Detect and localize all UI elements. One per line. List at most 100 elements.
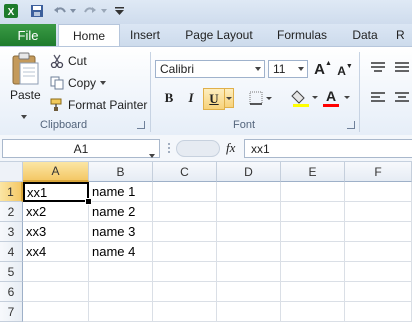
cell-e7[interactable] (281, 302, 345, 322)
name-box-value: A1 (73, 141, 89, 156)
cell-c2[interactable] (153, 202, 217, 222)
column-header-c[interactable]: C (153, 162, 217, 182)
tab-data[interactable]: Data (344, 24, 386, 46)
row-header-7[interactable]: 7 (0, 302, 23, 322)
cell-f3[interactable] (345, 222, 412, 242)
redo-icon[interactable] (82, 3, 98, 19)
column-header-e[interactable]: E (281, 162, 345, 182)
paintbrush-icon (50, 98, 66, 112)
excel-icon[interactable]: X (3, 3, 19, 19)
cell-b1[interactable]: name 1 (89, 182, 153, 202)
cell-b2[interactable]: name 2 (89, 202, 153, 222)
cell-c6[interactable] (153, 282, 217, 302)
cell-d3[interactable] (217, 222, 281, 242)
cell-b5[interactable] (89, 262, 153, 282)
tab-review[interactable]: R (396, 24, 412, 46)
paste-button[interactable]: Paste (6, 52, 44, 122)
tab-home[interactable]: Home (58, 24, 120, 46)
cell-f7[interactable] (345, 302, 412, 322)
chevron-down-icon[interactable] (149, 147, 155, 161)
clipboard-launcher-icon[interactable] (137, 121, 145, 129)
cell-a4[interactable]: xx4 (23, 242, 89, 262)
align-middle-icon[interactable] (394, 62, 410, 77)
cell-e1[interactable] (281, 182, 345, 202)
insert-function-button[interactable]: fx (226, 140, 235, 156)
cell-b6[interactable] (89, 282, 153, 302)
underline-button[interactable]: U (203, 88, 225, 110)
borders-button[interactable] (249, 91, 273, 108)
cell-b7[interactable] (89, 302, 153, 322)
cell-c4[interactable] (153, 242, 217, 262)
font-color-button[interactable]: A (322, 88, 352, 111)
copy-button[interactable]: Copy (50, 75, 107, 91)
select-all-corner[interactable] (0, 162, 23, 182)
name-box[interactable]: A1 (2, 139, 160, 158)
cell-e6[interactable] (281, 282, 345, 302)
column-header-d[interactable]: D (217, 162, 281, 182)
cell-f5[interactable] (345, 262, 412, 282)
row-header-4[interactable]: 4 (0, 242, 23, 262)
font-family-select[interactable]: Calibri (155, 60, 265, 78)
tab-formulas[interactable]: Formulas (270, 24, 334, 46)
italic-button[interactable]: I (182, 89, 200, 107)
cell-b4[interactable]: name 4 (89, 242, 153, 262)
column-header-b[interactable]: B (89, 162, 153, 182)
fill-color-button[interactable] (291, 88, 319, 111)
chevron-down-icon[interactable] (100, 81, 107, 85)
cell-f2[interactable] (345, 202, 412, 222)
cell-c3[interactable] (153, 222, 217, 242)
resize-handle[interactable] (166, 140, 172, 156)
cell-b3[interactable]: name 3 (89, 222, 153, 242)
cell-f4[interactable] (345, 242, 412, 262)
font-launcher-icon[interactable] (347, 121, 355, 129)
align-left-icon[interactable] (370, 92, 386, 107)
align-top-icon[interactable] (370, 62, 386, 77)
cell-c1[interactable] (153, 182, 217, 202)
grow-font-button[interactable]: A ▲ (314, 60, 332, 78)
customize-qat-icon[interactable] (114, 3, 124, 19)
row-header-6[interactable]: 6 (0, 282, 23, 302)
cell-c7[interactable] (153, 302, 217, 322)
cut-button[interactable]: Cut (50, 53, 87, 69)
cell-e3[interactable] (281, 222, 345, 242)
cell-a2[interactable]: xx2 (23, 202, 89, 222)
column-header-a[interactable]: A (23, 162, 89, 182)
tab-file[interactable]: File (0, 24, 56, 46)
row-header-2[interactable]: 2 (0, 202, 23, 222)
tab-insert[interactable]: Insert (122, 24, 168, 46)
cell-d5[interactable] (217, 262, 281, 282)
chevron-down-icon[interactable] (100, 3, 108, 19)
cell-e5[interactable] (281, 262, 345, 282)
cell-d1[interactable] (217, 182, 281, 202)
save-icon[interactable] (29, 3, 45, 19)
cell-a5[interactable] (23, 262, 89, 282)
cell-e2[interactable] (281, 202, 345, 222)
tab-page-layout[interactable]: Page Layout (178, 24, 260, 46)
row-header-1[interactable]: 1 (0, 182, 23, 202)
underline-dropdown[interactable] (224, 88, 234, 108)
cell-d6[interactable] (217, 282, 281, 302)
cell-e4[interactable] (281, 242, 345, 262)
cell-a3[interactable]: xx3 (23, 222, 89, 242)
format-painter-button[interactable]: Format Painter (50, 97, 147, 113)
formula-input[interactable]: xx1 (244, 139, 412, 158)
cell-c5[interactable] (153, 262, 217, 282)
undo-icon[interactable] (52, 3, 68, 19)
cell-a6[interactable] (23, 282, 89, 302)
cell-a7[interactable] (23, 302, 89, 322)
fill-handle[interactable] (85, 198, 92, 205)
row-header-5[interactable]: 5 (0, 262, 23, 282)
cell-d2[interactable] (217, 202, 281, 222)
align-center-icon[interactable] (394, 92, 410, 107)
cell-f6[interactable] (345, 282, 412, 302)
column-header-f[interactable]: F (345, 162, 412, 182)
chevron-down-icon[interactable] (69, 3, 77, 19)
shrink-font-button[interactable]: A ▼ (336, 62, 354, 80)
cell-d7[interactable] (217, 302, 281, 322)
cell-f1[interactable] (345, 182, 412, 202)
bold-button[interactable]: B (160, 89, 178, 107)
row-header-3[interactable]: 3 (0, 222, 23, 242)
cell-d4[interactable] (217, 242, 281, 262)
font-size-select[interactable]: 11 (268, 60, 308, 78)
cell-a1[interactable]: xx1 (23, 182, 89, 202)
